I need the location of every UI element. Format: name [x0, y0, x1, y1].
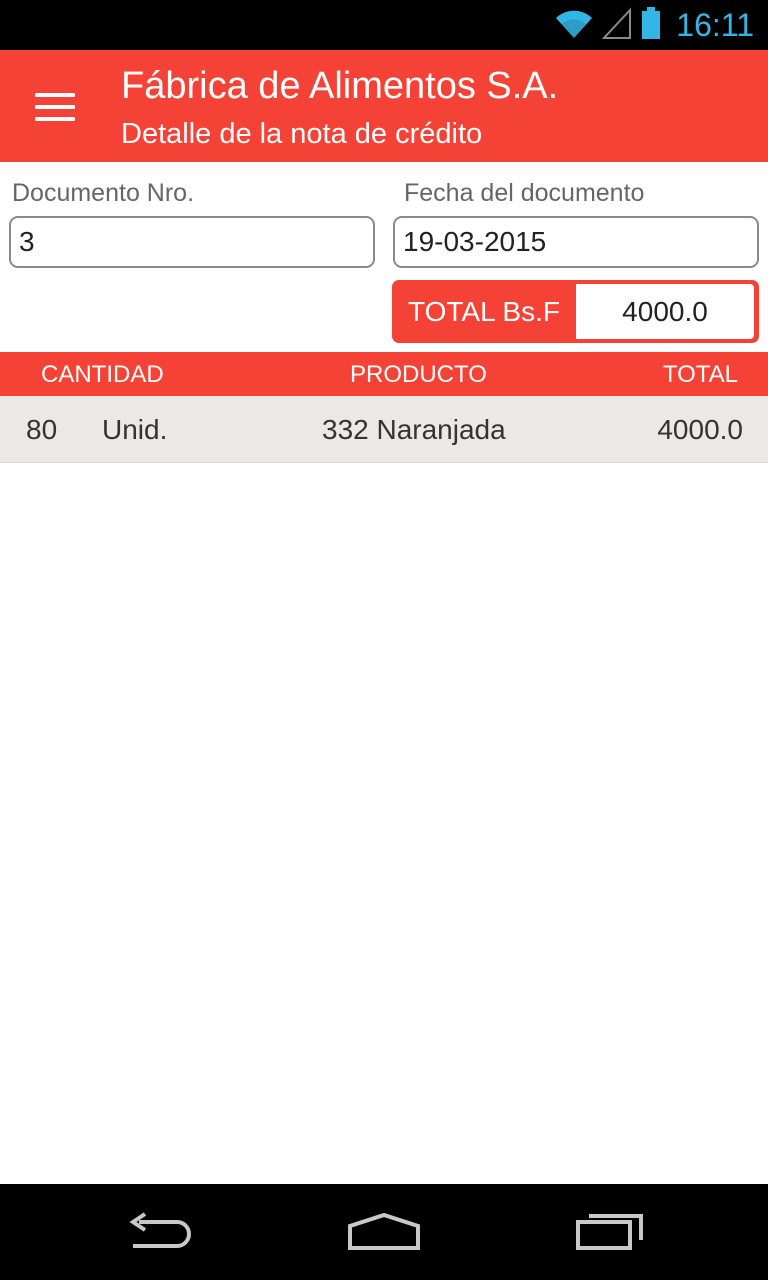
doc-number-field[interactable]: 3	[9, 216, 375, 268]
column-header-total: TOTAL	[662, 361, 738, 388]
doc-number-label: Documento Nro.	[12, 179, 195, 207]
status-time: 16:11	[676, 6, 754, 43]
total-value: 4000.0	[576, 284, 754, 339]
column-header-cantidad: CANTIDAD	[41, 361, 164, 388]
row-product: 332 Naranjada	[322, 414, 506, 445]
back-icon[interactable]	[110, 1184, 210, 1280]
navigation-bar	[0, 1184, 768, 1280]
status-icons: 16:11	[554, 0, 754, 50]
row-total: 4000.0	[657, 414, 743, 445]
total-label: TOTAL Bs.F	[408, 296, 560, 327]
doc-date-field[interactable]: 19-03-2015	[393, 216, 759, 268]
hamburger-menu-icon[interactable]	[26, 78, 84, 136]
battery-icon	[640, 6, 662, 45]
status-bar: 16:11	[0, 0, 768, 50]
row-quantity: 80	[26, 414, 58, 445]
app-subtitle: Detalle de la nota de crédito	[121, 118, 483, 150]
row-unit: Unid.	[102, 414, 168, 445]
app-title: Fábrica de Alimentos S.A.	[121, 65, 559, 107]
column-header-producto: PRODUCTO	[350, 361, 487, 388]
table-header: CANTIDAD PRODUCTO TOTAL	[0, 352, 768, 396]
doc-date-label: Fecha del documento	[404, 179, 645, 207]
home-icon[interactable]	[334, 1184, 434, 1280]
wifi-icon	[554, 6, 594, 45]
app-bar: Fábrica de Alimentos S.A. Detalle de la …	[0, 50, 768, 162]
recent-apps-icon[interactable]	[560, 1184, 660, 1280]
table-row[interactable]: 80 Unid. 332 Naranjada 4000.0	[0, 396, 768, 463]
signal-icon	[602, 6, 632, 45]
total-box: TOTAL Bs.F 4000.0	[392, 280, 759, 343]
